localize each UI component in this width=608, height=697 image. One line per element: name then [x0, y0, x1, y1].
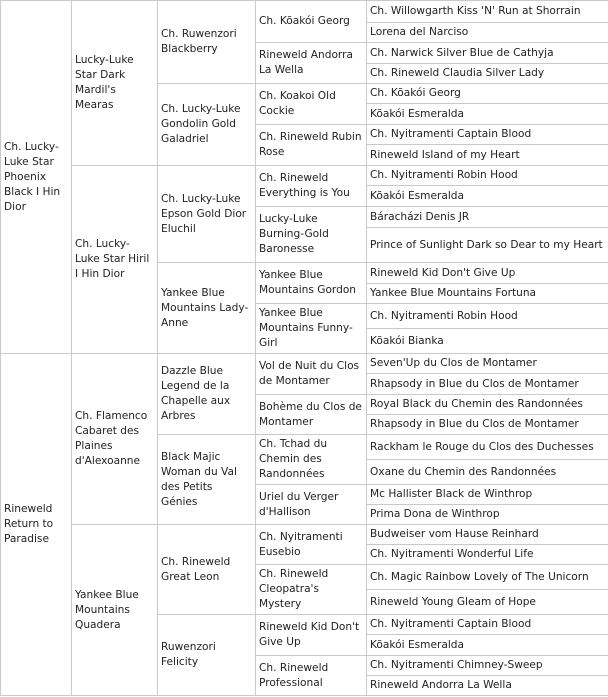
ancestor-gen5[interactable]: Budweiser vom Hause Reinhard	[366, 524, 608, 545]
ancestor-gen3[interactable]: Black Majic Woman du Val des Petits Géni…	[157, 434, 256, 525]
ancestor-gen3[interactable]: Ch. Ruwenzori Blackberry	[157, 0, 256, 84]
ancestor-gen4[interactable]: Lucky-Luke Burning-Gold Baronesse	[255, 206, 367, 263]
ancestor-gen5[interactable]: Rhapsody in Blue du Clos de Montamer	[366, 414, 608, 435]
ancestor-gen5[interactable]: Kõakói Bianka	[366, 328, 608, 354]
ancestor-gen5[interactable]: Mc Hallister Black de Winthrop	[366, 484, 608, 505]
ancestor-gen5[interactable]: Ch. Rineweld Claudia Silver Lady	[366, 63, 608, 84]
ancestor-gen5[interactable]: Ch. Nyitramenti Captain Blood	[366, 614, 608, 635]
ancestor-gen5[interactable]: Ch. Kõakói Georg	[366, 83, 608, 104]
ancestor-gen4[interactable]: Ch. Nyitramenti Eusebio	[255, 524, 367, 565]
ancestor-gen4[interactable]: Ch. Rineweld Everything is You	[255, 165, 367, 207]
ancestor-gen4[interactable]: Ch. Koakoi Old Cockie	[255, 83, 367, 125]
ancestor-gen5[interactable]: Kõakói Esmeralda	[366, 103, 608, 125]
ancestor-gen4[interactable]: Ch. Rineweld Rubin Rose	[255, 124, 367, 166]
ancestor-gen4[interactable]: Rineweld Kid Don't Give Up	[255, 614, 367, 656]
ancestor-gen5[interactable]: Yankee Blue Mountains Fortuna	[366, 283, 608, 304]
ancestor-gen3[interactable]: Ruwenzori Felicity	[157, 614, 256, 696]
ancestor-gen5[interactable]: Ch. Nyitramenti Robin Hood	[366, 303, 608, 329]
ancestor-gen5[interactable]: Ch. Nyitramenti Robin Hood	[366, 165, 608, 186]
ancestor-gen4[interactable]: Ch. Rineweld Cleopatra's Mystery	[255, 564, 367, 615]
ancestor-gen5[interactable]: Royal Black du Chemin des Randonnées	[366, 394, 608, 415]
ancestor-gen1[interactable]: Rineweld Return to Paradise	[0, 353, 72, 696]
ancestor-gen5[interactable]: Rineweld Young Gleam of Hope	[366, 589, 608, 615]
ancestor-gen4[interactable]: Vol de Nuit du Clos de Montamer	[255, 353, 367, 395]
ancestor-gen3[interactable]: Ch. Rineweld Great Leon	[157, 524, 256, 615]
ancestor-gen5[interactable]: Ch. Narwick Silver Blue de Cathyja	[366, 42, 608, 64]
ancestor-gen5[interactable]: Báracházi Denis JR	[366, 206, 608, 228]
ancestor-gen2[interactable]: Ch. Flamenco Cabaret des Plaines d'Alexo…	[71, 353, 158, 525]
ancestor-gen5[interactable]: Kõakói Esmeralda	[366, 185, 608, 207]
ancestor-gen5[interactable]: Lorena del Narciso	[366, 22, 608, 43]
ancestor-gen4[interactable]: Rineweld Andorra La Wella	[255, 42, 367, 84]
ancestor-gen5[interactable]: Kõakói Esmeralda	[366, 634, 608, 656]
ancestor-gen2[interactable]: Ch. Lucky-Luke Star Hiril I Hin Dior	[71, 165, 158, 354]
ancestor-gen5[interactable]: Ch. Magic Rainbow Lovely of The Unicorn	[366, 564, 608, 590]
ancestor-gen4[interactable]: Yankee Blue Mountains Funny-Girl	[255, 303, 367, 354]
ancestor-gen3[interactable]: Dazzle Blue Legend de la Chapelle aux Ar…	[157, 353, 256, 435]
ancestor-gen4[interactable]: Yankee Blue Mountains Gordon	[255, 262, 367, 304]
ancestor-gen3[interactable]: Yankee Blue Mountains Lady-Anne	[157, 262, 256, 354]
ancestor-gen5[interactable]: Seven'Up du Clos de Montamer	[366, 353, 608, 374]
ancestor-gen5[interactable]: Rhapsody in Blue du Clos de Montamer	[366, 373, 608, 395]
ancestor-gen4[interactable]: Bohème du Clos de Montamer	[255, 394, 367, 435]
ancestor-gen4[interactable]: Uriel du Verger d'Hallison	[255, 484, 367, 525]
ancestor-gen5[interactable]: Prima Dona de Winthrop	[366, 504, 608, 525]
ancestor-gen5[interactable]: Prince of Sunlight Dark so Dear to my He…	[366, 227, 608, 263]
ancestor-gen5[interactable]: Ch. Nyitramenti Wonderful Life	[366, 544, 608, 565]
pedigree-table: Ch. Lucky-Luke Star Phoenix Black I Hin …	[0, 0, 608, 696]
ancestor-gen5[interactable]: Rineweld Andorra La Wella	[366, 675, 608, 696]
ancestor-gen4[interactable]: Ch. Tchad du Chemin des Randonnées	[255, 434, 367, 485]
ancestor-gen3[interactable]: Ch. Lucky-Luke Gondolin Gold Galadriel	[157, 83, 256, 166]
ancestor-gen1[interactable]: Ch. Lucky-Luke Star Phoenix Black I Hin …	[0, 0, 72, 354]
ancestor-gen5[interactable]: Ch. Willowgarth Kiss 'N' Run at Shorrain	[366, 0, 608, 23]
ancestor-gen2[interactable]: Lucky-Luke Star Dark Mardil's Mearas	[71, 0, 158, 166]
ancestor-gen2[interactable]: Yankee Blue Mountains Quadera	[71, 524, 158, 696]
ancestor-gen4[interactable]: Ch. Rineweld Professional	[255, 655, 367, 696]
ancestor-gen5[interactable]: Rackham le Rouge du Clos des Duchesses	[366, 434, 608, 460]
ancestor-gen4[interactable]: Ch. Kõakói Georg	[255, 0, 367, 43]
ancestor-gen5[interactable]: Oxane du Chemin des Randonnées	[366, 459, 608, 485]
ancestor-gen5[interactable]: Rineweld Kid Don't Give Up	[366, 262, 608, 284]
ancestor-gen5[interactable]: Ch. Nyitramenti Chimney-Sweep	[366, 655, 608, 676]
ancestor-gen5[interactable]: Rineweld Island of my Heart	[366, 144, 608, 166]
ancestor-gen3[interactable]: Ch. Lucky-Luke Epson Gold Dior Eluchil	[157, 165, 256, 263]
ancestor-gen5[interactable]: Ch. Nyitramenti Captain Blood	[366, 124, 608, 145]
